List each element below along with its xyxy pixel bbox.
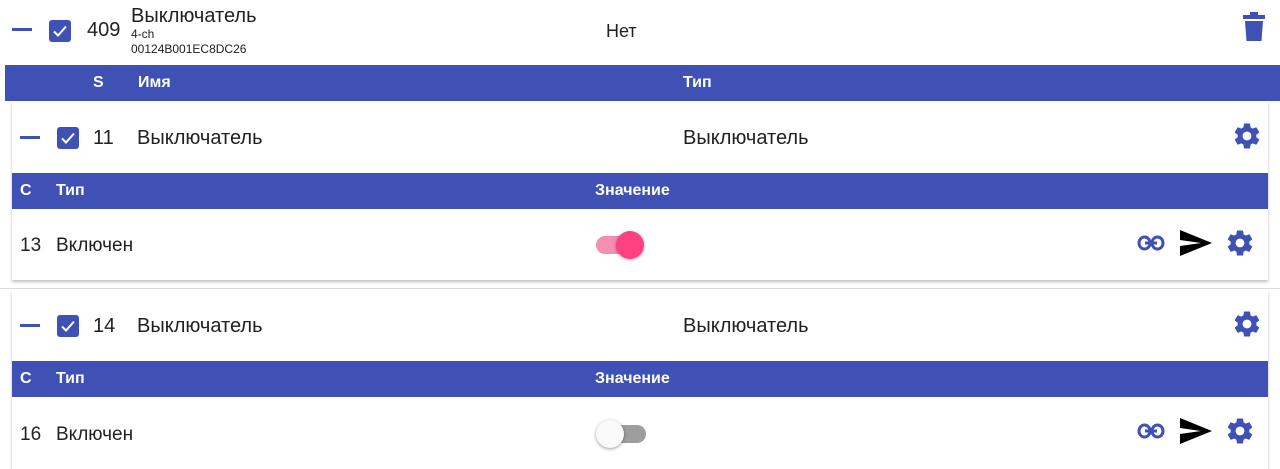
toggle-knob: [616, 231, 644, 259]
endpoint-checkbox[interactable]: [57, 315, 79, 337]
cluster-link-button[interactable]: [1136, 231, 1166, 260]
endpoint-divider: [0, 288, 1280, 289]
cluster-toggle-on[interactable]: [596, 230, 650, 260]
send-icon: [1180, 230, 1212, 256]
cluster-type: Включен: [56, 235, 134, 256]
clusters-table-header: C Тип Значение: [12, 173, 1268, 209]
cluster-settings-button[interactable]: [1225, 228, 1255, 263]
trash-icon: [1243, 12, 1265, 41]
endpoint-checkbox[interactable]: [57, 127, 79, 149]
header-value: Значение: [595, 182, 670, 199]
toggle-knob: [596, 420, 624, 448]
endpoint-name: Выключатель: [137, 127, 263, 149]
cluster-id: 13: [20, 235, 42, 256]
endpoint-id: 14: [93, 315, 116, 337]
cluster-toggle-off[interactable]: [596, 419, 650, 449]
device-checkbox[interactable]: [49, 20, 71, 42]
endpoint-settings-button[interactable]: [1232, 309, 1262, 344]
header-cluster-type: Тип: [56, 370, 85, 387]
cluster-type: Включен: [56, 424, 134, 445]
collapse-device-button[interactable]: [12, 28, 32, 31]
send-icon: [1180, 418, 1212, 444]
endpoint-settings-button[interactable]: [1232, 121, 1262, 156]
gear-icon: [1234, 311, 1260, 337]
clusters-table-header: C Тип Значение: [12, 361, 1268, 397]
device-model: 4-ch: [131, 27, 155, 41]
cluster-link-button[interactable]: [1136, 419, 1166, 448]
header-c: C: [20, 182, 32, 199]
gear-icon: [1227, 418, 1253, 444]
device-type: Нет: [606, 21, 637, 41]
check-icon: [61, 132, 75, 144]
cluster-send-button[interactable]: [1179, 417, 1213, 450]
device-name: Выключатель: [131, 5, 257, 27]
header-type: Тип: [683, 74, 712, 91]
link-icon: [1137, 423, 1165, 439]
link-icon: [1137, 235, 1165, 251]
endpoint-id: 11: [93, 127, 114, 149]
endpoints-table-header: S Имя Тип: [5, 65, 1280, 101]
collapse-endpoint-button[interactable]: [20, 136, 40, 139]
device-address: 00124B001EC8DC26: [131, 42, 247, 56]
gear-icon: [1227, 230, 1253, 256]
cluster-id: 16: [20, 424, 42, 445]
device-id: 409: [87, 19, 121, 41]
delete-device-button[interactable]: [1243, 12, 1265, 47]
check-icon: [53, 25, 67, 37]
endpoint-type: Выключатель: [683, 315, 809, 337]
endpoint-name: Выключатель: [137, 315, 263, 337]
endpoint-type: Выключатель: [683, 127, 809, 149]
header-c: C: [20, 370, 32, 387]
check-icon: [61, 320, 75, 332]
cluster-send-button[interactable]: [1179, 229, 1213, 262]
header-s: S: [93, 74, 104, 91]
header-cluster-type: Тип: [56, 182, 85, 199]
cluster-settings-button[interactable]: [1225, 416, 1255, 451]
header-name: Имя: [138, 74, 171, 91]
collapse-endpoint-button[interactable]: [20, 324, 40, 327]
gear-icon: [1234, 123, 1260, 149]
header-value: Значение: [595, 370, 670, 387]
